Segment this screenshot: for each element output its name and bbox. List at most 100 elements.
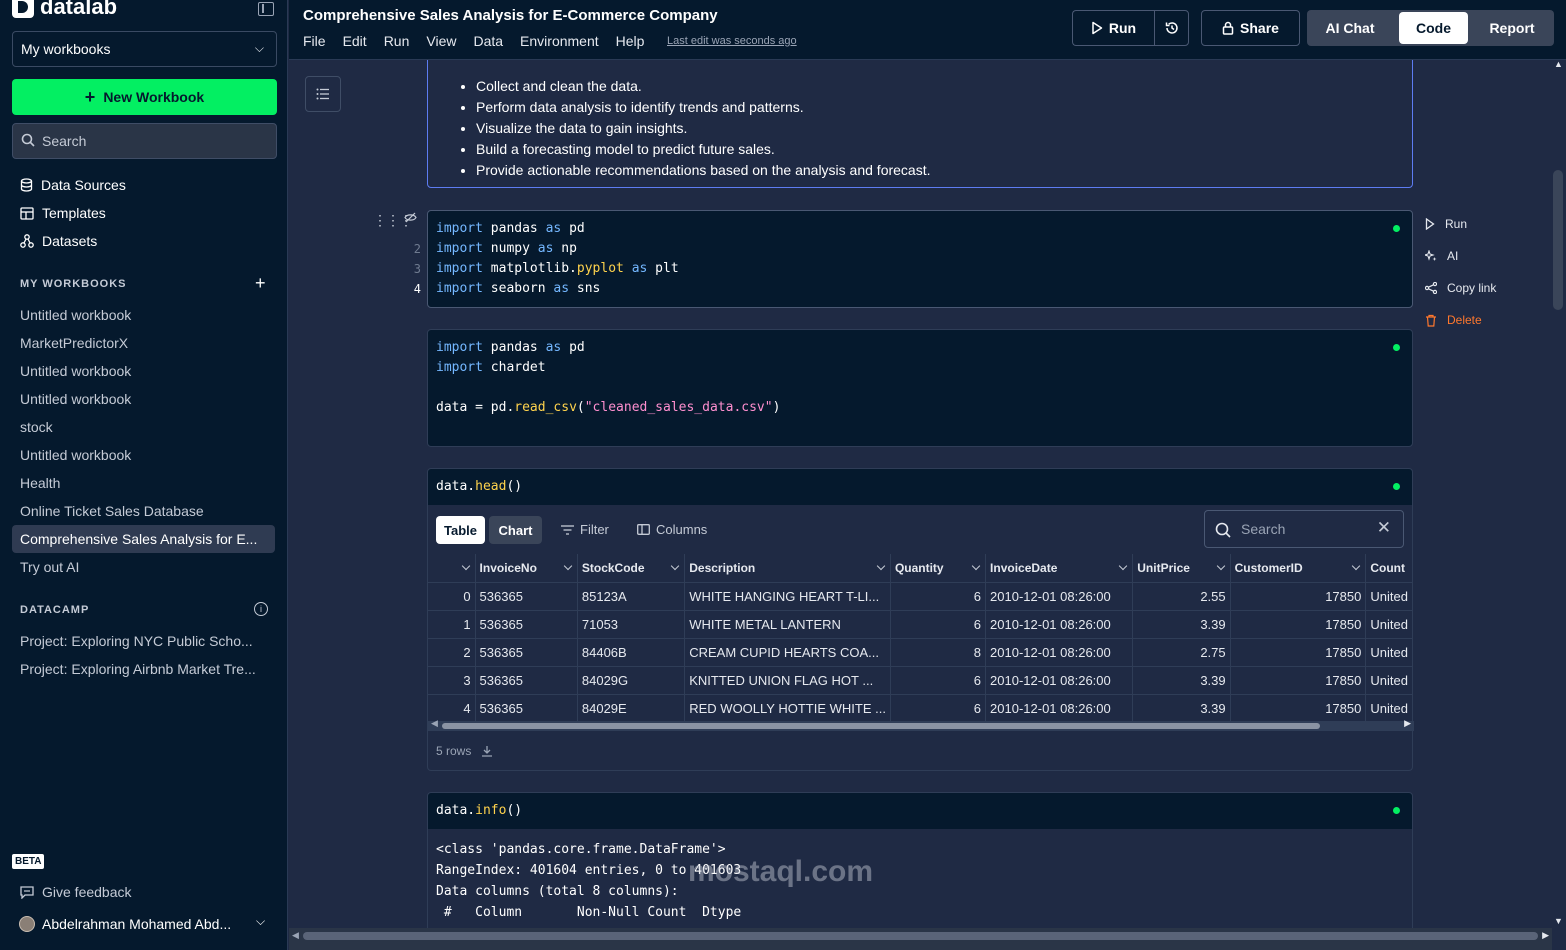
table-row: 1 536365 71053 WHITE METAL LANTERN 6 201… <box>428 610 1412 639</box>
download-icon[interactable] <box>481 745 493 757</box>
column-header[interactable]: InvoiceDate <box>985 554 1134 583</box>
scrollbar-thumb[interactable] <box>442 723 1320 729</box>
menu-help[interactable]: Help <box>616 33 645 49</box>
tab-ai-chat[interactable]: AI Chat <box>1309 12 1391 44</box>
code-editor[interactable]: import pandas as pd import numpy as np i… <box>428 211 1412 307</box>
tab-code[interactable]: Code <box>1399 12 1468 44</box>
give-feedback-link[interactable]: Give feedback <box>20 884 132 900</box>
sidebar-collapse-icon[interactable] <box>258 2 274 16</box>
workspace-select[interactable]: My workbooks ⌵ <box>12 31 277 67</box>
cell-unitprice: 2.75 <box>1132 638 1231 667</box>
sidebar-item-data-sources[interactable]: Data Sources <box>20 177 126 193</box>
scroll-right-icon[interactable]: ▶ <box>1404 718 1411 729</box>
table-of-contents-button[interactable] <box>305 76 341 112</box>
column-header[interactable]: Quantity <box>890 554 987 583</box>
cell-invoiceno: 536365 <box>475 610 578 639</box>
scroll-up-icon[interactable]: ▲ <box>1554 59 1563 69</box>
main-vertical-scrollbar[interactable]: ▲ ▼ <box>1552 59 1566 928</box>
code-editor[interactable]: data.head() <box>428 469 1412 505</box>
tab-report[interactable]: Report <box>1473 12 1551 44</box>
column-header[interactable]: InvoiceNo <box>475 554 578 583</box>
cell-stockcode: 85123A <box>577 582 686 611</box>
cell-status-icon <box>1393 807 1400 814</box>
cell-copy-link-button[interactable]: Copy link <box>1425 281 1496 295</box>
code-editor[interactable]: data.info() <box>428 793 1412 829</box>
cell-status-icon <box>1393 483 1400 490</box>
sidebar-search-input[interactable]: Search <box>12 123 277 159</box>
sidebar-item-datasets[interactable]: Datasets <box>20 233 97 249</box>
menu-environment[interactable]: Environment <box>520 33 599 49</box>
markdown-cell[interactable]: Collect and clean the data. Perform data… <box>427 60 1413 188</box>
table-horizontal-scrollbar[interactable]: ◀ ▶ <box>428 718 1414 731</box>
user-name[interactable]: Abdelrahman Mohamed Abd... <box>42 916 252 932</box>
code-cell-head[interactable]: data.head() <box>427 468 1413 506</box>
datalab-logo[interactable]: datalab <box>12 0 117 20</box>
share-button[interactable]: Share <box>1201 10 1300 46</box>
code-cell-load-data[interactable]: import pandas as pd import chardet data … <box>427 329 1413 447</box>
add-workbook-plus-icon[interactable]: + <box>255 273 266 294</box>
menu-view[interactable]: View <box>426 33 456 49</box>
workbook-title[interactable]: Comprehensive Sales Analysis for E-Comme… <box>303 7 718 24</box>
chart-tab[interactable]: Chart <box>489 516 542 544</box>
workbook-item-active[interactable]: Comprehensive Sales Analysis for E... <box>20 531 270 547</box>
list-item: Collect and clean the data. <box>476 76 931 97</box>
datacamp-project-item[interactable]: Project: Exploring NYC Public Scho... <box>20 633 270 649</box>
scroll-left-icon[interactable]: ◀ <box>292 930 299 941</box>
columns-button[interactable]: Columns <box>637 522 707 537</box>
row-count-bar: 5 rows <box>436 744 493 758</box>
code-cell-imports[interactable]: import pandas as pd import numpy as np i… <box>427 210 1413 308</box>
workbook-item[interactable]: Untitled workbook <box>20 307 270 323</box>
last-edit-link[interactable]: Last edit was seconds ago <box>667 35 797 47</box>
cell-invoicedate: 2010-12-01 08:26:00 <box>985 638 1134 667</box>
scrollbar-thumb[interactable] <box>1553 170 1563 310</box>
filter-button[interactable]: Filter <box>561 522 609 537</box>
menu-run[interactable]: Run <box>384 33 410 49</box>
datacamp-project-item[interactable]: Project: Exploring Airbnb Market Tre... <box>20 661 270 677</box>
main-horizontal-scrollbar[interactable]: ◀ ▶ <box>289 928 1552 950</box>
chevron-down-icon[interactable]: ⌵ <box>256 914 265 929</box>
cell-customerid: 17850 <box>1230 582 1367 611</box>
scroll-down-icon[interactable]: ▼ <box>1554 916 1563 926</box>
cell-ai-button[interactable]: AI <box>1425 249 1458 263</box>
workbook-item[interactable]: Health <box>20 475 270 491</box>
scroll-right-icon[interactable]: ▶ <box>1542 930 1549 941</box>
objectives-list: Collect and clean the data. Perform data… <box>476 76 931 181</box>
menu-edit[interactable]: Edit <box>343 33 367 49</box>
table-row: 2 536365 84406B CREAM CUPID HEARTS COA..… <box>428 638 1412 667</box>
code-editor[interactable]: import pandas as pd import chardet data … <box>428 330 1412 426</box>
scroll-left-icon[interactable]: ◀ <box>431 718 438 729</box>
scrollbar-thumb[interactable] <box>303 932 1538 940</box>
clear-search-icon[interactable]: ✕ <box>1377 518 1391 538</box>
cell-run-button[interactable]: Run <box>1425 217 1467 231</box>
workbook-item[interactable]: MarketPredictorX <box>20 335 270 351</box>
cell-description: WHITE HANGING HEART T-LI... <box>684 582 891 611</box>
workbook-item[interactable]: Untitled workbook <box>20 447 270 463</box>
workbook-item[interactable]: stock <box>20 419 270 435</box>
menu-data[interactable]: Data <box>473 33 503 49</box>
code-cell-info[interactable]: data.info() <box>427 792 1413 830</box>
run-history-button[interactable] <box>1154 10 1189 46</box>
column-header[interactable]: Description <box>684 554 891 583</box>
cell-delete-button[interactable]: Delete <box>1425 313 1482 327</box>
run-all-button[interactable]: Run <box>1072 10 1154 46</box>
trash-icon <box>1426 314 1436 327</box>
workbook-item[interactable]: Untitled workbook <box>20 391 270 407</box>
workbook-item[interactable]: Untitled workbook <box>20 363 270 379</box>
menu-file[interactable]: File <box>303 33 326 49</box>
table-search-input[interactable]: Search ✕ <box>1204 510 1404 548</box>
play-icon <box>1092 21 1103 35</box>
workbook-item[interactable]: Online Ticket Sales Database <box>20 503 270 519</box>
column-header-index[interactable] <box>428 554 476 583</box>
cell-unitprice: 3.39 <box>1132 666 1231 695</box>
column-header[interactable]: Count <box>1365 554 1412 583</box>
column-header[interactable]: CustomerID <box>1230 554 1367 583</box>
column-header[interactable]: UnitPrice <box>1132 554 1231 583</box>
info-icon[interactable]: i <box>254 602 268 616</box>
list-item: Provide actionable recommendations based… <box>476 160 931 181</box>
new-workbook-button[interactable]: + New Workbook <box>12 79 277 115</box>
column-header[interactable]: StockCode <box>577 554 686 583</box>
sidebar-item-templates[interactable]: Templates <box>20 205 106 221</box>
table-tab[interactable]: Table <box>436 516 485 544</box>
hide-code-icon[interactable] <box>404 212 417 223</box>
workbook-item[interactable]: Try out AI <box>20 559 270 575</box>
